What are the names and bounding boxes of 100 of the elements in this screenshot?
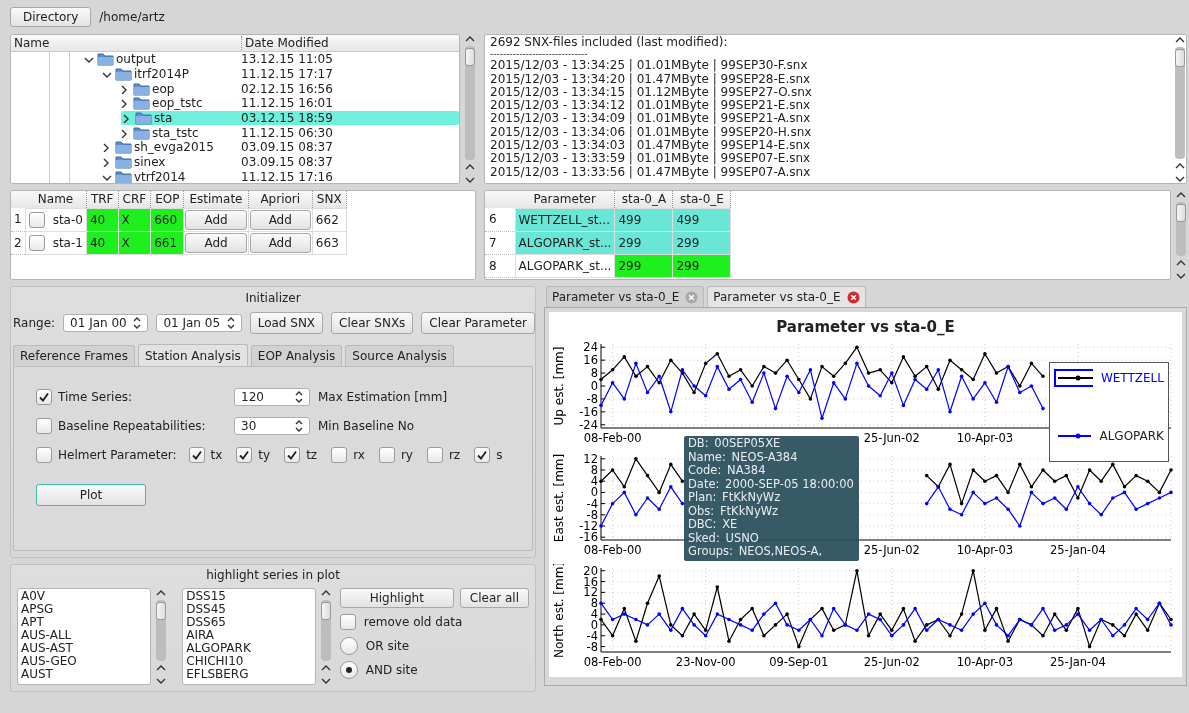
scroll-thumb[interactable] [320, 602, 331, 620]
checkbox[interactable] [474, 447, 491, 463]
radio-button[interactable] [339, 661, 358, 679]
column-header[interactable]: CRF [118, 191, 151, 208]
toolbar-button[interactable]: Clear Parameter [421, 312, 535, 334]
table-row[interactable]: 8 ALGOPARK_st... 299 299 [485, 254, 731, 277]
add-button[interactable]: Add [185, 232, 247, 253]
scroll-track[interactable] [1175, 47, 1185, 159]
list-item[interactable]: APSG [21, 603, 147, 616]
tab[interactable]: EOP Analysis [250, 345, 343, 366]
checkbox[interactable] [36, 418, 52, 434]
list-item[interactable]: DSS45 [186, 603, 312, 616]
column-header[interactable]: Date Modified [241, 36, 329, 50]
column-header[interactable]: Apriori [248, 191, 313, 208]
list-item[interactable]: CHICHI10 [186, 655, 312, 668]
legend-label[interactable]: WETTZELL [1100, 371, 1164, 385]
list-item[interactable]: AUS-GEO [21, 655, 147, 668]
add-button[interactable]: Add [185, 209, 247, 230]
tab[interactable]: Parameter vs sta-0_E [707, 286, 866, 307]
list-item[interactable]: A0V [21, 590, 147, 603]
checkbox[interactable] [188, 447, 205, 463]
number-field[interactable]: 30 [234, 417, 310, 435]
checkbox[interactable] [36, 447, 52, 463]
tree-row[interactable]: vtrf2014 11.12.15 17:16 [11, 169, 459, 183]
scroll-thumb[interactable] [1175, 49, 1185, 67]
tree-row[interactable]: sh_evga2015 03.09.15 08:37 [11, 140, 459, 155]
list-item[interactable]: APT [21, 616, 147, 629]
scroll-track[interactable] [155, 600, 166, 661]
tree-row[interactable]: sta_tstc 11.12.15 06:30 [11, 125, 459, 141]
list-item[interactable]: AUST [21, 668, 147, 681]
scroll-track[interactable] [465, 46, 475, 160]
column-header[interactable]: Estimate [183, 191, 249, 208]
list-item[interactable]: DSS65 [186, 616, 312, 629]
scroll-track[interactable] [1176, 202, 1186, 256]
checkbox[interactable] [378, 447, 395, 463]
tree-row[interactable]: sta 03.12.15 18:59 [121, 110, 459, 126]
tab[interactable]: Station Analysis [137, 344, 248, 366]
tree-row[interactable]: eop_tstc 11.12.15 16:01 [11, 96, 459, 111]
radio-button[interactable] [339, 637, 358, 655]
directory-button[interactable]: Directory [10, 7, 92, 27]
scroll-up-icon[interactable] [154, 588, 167, 598]
list-item[interactable]: DSS15 [186, 590, 312, 603]
scroll-thumb[interactable] [465, 48, 475, 66]
number-field[interactable]: 120 [234, 388, 310, 406]
column-header[interactable]: sta-0_A [614, 191, 673, 208]
column-header[interactable]: Name [11, 36, 241, 50]
scroll-up-icon[interactable] [319, 663, 332, 673]
table-row[interactable]: 6 WETTZELL_st... 499 499 [485, 208, 731, 231]
toolbar-button[interactable]: Load SNX [249, 312, 324, 334]
scroll-up-icon[interactable] [154, 663, 167, 673]
highlight-button[interactable]: Highlight [339, 588, 454, 608]
checkbox[interactable] [331, 447, 348, 463]
spin-arrows-icon[interactable] [293, 390, 305, 404]
date-field[interactable]: 01 Jan 05 [156, 314, 242, 332]
column-header[interactable]: sta-0_E [672, 191, 731, 208]
scroll-up-icon[interactable] [1175, 258, 1187, 268]
add-button[interactable]: Add [249, 209, 311, 230]
clear-all-button[interactable]: Clear all [459, 588, 529, 608]
list-item[interactable]: ALGOPARK [186, 642, 312, 655]
scroll-up-icon[interactable] [464, 34, 476, 44]
list-item[interactable]: AIRA [186, 629, 312, 642]
checkbox[interactable] [28, 234, 45, 251]
column-header[interactable]: EOP [150, 191, 184, 208]
plot-button[interactable]: Plot [36, 484, 146, 506]
column-header[interactable]: TRF [86, 191, 118, 208]
radio-label: OR site [365, 639, 410, 653]
scroll-track[interactable] [320, 600, 331, 661]
date-field[interactable]: 01 Jan 00 [63, 314, 149, 332]
tree-row[interactable]: output 13.12.15 11:05 [11, 52, 459, 67]
checkbox[interactable] [36, 389, 52, 405]
spin-arrows-icon[interactable] [293, 419, 305, 433]
list-item[interactable]: EFLSBERG [186, 668, 312, 681]
checkbox[interactable] [28, 211, 45, 228]
tree-row[interactable]: sinex 03.09.15 08:37 [11, 154, 459, 170]
close-icon[interactable] [846, 290, 860, 304]
scroll-up-icon[interactable] [1174, 35, 1186, 45]
scroll-thumb[interactable] [155, 602, 166, 620]
scroll-up-icon[interactable] [464, 162, 476, 172]
add-button[interactable]: Add [249, 232, 311, 253]
column-header[interactable]: Parameter [515, 191, 615, 208]
list-item[interactable]: AUS-ALL [21, 629, 147, 642]
checkbox[interactable] [236, 447, 253, 463]
table-row[interactable]: 7 ALGOPARK_st... 299 299 [485, 231, 731, 254]
scroll-up-icon[interactable] [319, 588, 332, 598]
tab[interactable]: Reference Frames [13, 345, 135, 366]
tree-row[interactable]: eop 02.12.15 16:56 [11, 81, 459, 97]
scroll-up-icon[interactable] [1174, 161, 1186, 171]
scroll-up-icon[interactable] [1175, 190, 1187, 200]
tab[interactable]: Source Analysis [345, 345, 454, 366]
checkbox[interactable] [284, 447, 301, 463]
checkbox[interactable] [339, 614, 356, 630]
tab[interactable]: Parameter vs sta-0_E [546, 286, 705, 307]
toolbar-button[interactable]: Clear SNXs [331, 312, 414, 334]
tree-row[interactable]: itrf2014P 11.12.15 17:17 [11, 66, 459, 82]
column-header[interactable]: Name [25, 191, 87, 208]
checkbox[interactable] [426, 447, 443, 463]
scroll-thumb[interactable] [1176, 204, 1186, 222]
legend-label[interactable]: ALGOPARK [1099, 429, 1164, 443]
column-header[interactable]: SNX [312, 191, 347, 208]
list-item[interactable]: AUS-AST [21, 642, 147, 655]
